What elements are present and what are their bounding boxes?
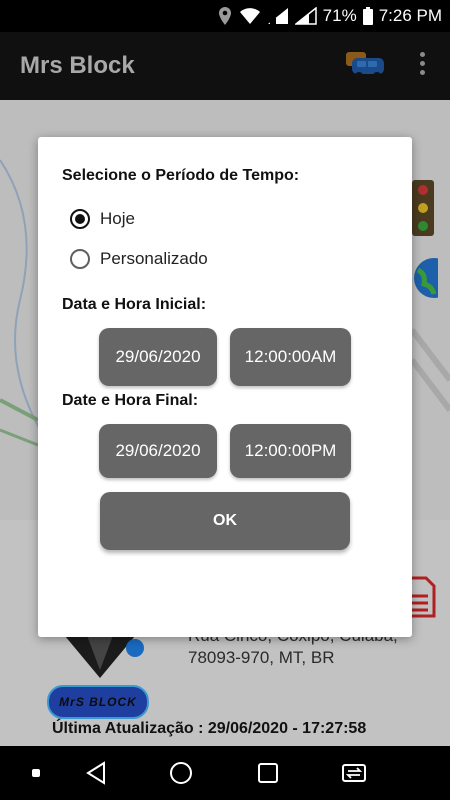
globe-icon[interactable] [412, 256, 438, 300]
dialog-heading: Selecione o Período de Tempo: [62, 167, 300, 184]
location-icon [218, 7, 231, 25]
end-time-button[interactable]: 12:00:00PM [230, 424, 351, 478]
last-update-text: Última Atualização : 29/06/2020 - 17:27:… [52, 720, 367, 737]
battery-percent: 71% [322, 6, 357, 25]
start-datetime-label: Data e Hora Inicial: [62, 296, 207, 313]
radio-label-custom: Personalizado [100, 249, 208, 268]
app-title: Mrs Block [20, 52, 135, 79]
radio-button-custom[interactable] [70, 249, 90, 269]
battery-icon [362, 7, 373, 25]
end-datetime-label: Date e Hora Final: [62, 392, 199, 409]
signal-icon [267, 8, 288, 24]
vehicles-car-icon[interactable] [344, 48, 386, 82]
ok-button[interactable]: OK [100, 492, 350, 550]
recent-apps-icon[interactable] [254, 759, 282, 787]
radio-option-today[interactable]: Hoje [70, 209, 135, 229]
radio-button-today[interactable] [70, 209, 90, 229]
mrsblock-logo: MrS BLOCK [47, 685, 149, 719]
dot-icon[interactable] [22, 759, 50, 787]
wifi-icon [239, 8, 260, 24]
overflow-menu-icon[interactable] [412, 52, 432, 82]
app-bar: Mrs Block [0, 32, 450, 100]
clock-time: 7:26 PM [378, 6, 442, 25]
back-icon[interactable] [82, 759, 110, 787]
start-time-button[interactable]: 12:00:00AM [230, 328, 351, 386]
traffic-light-icon[interactable] [412, 180, 434, 236]
system-nav-bar [0, 746, 450, 800]
address-line-2: 78093-970, MT, BR [188, 648, 335, 667]
radio-option-custom[interactable]: Personalizado [70, 249, 208, 269]
status-bar: 71% 7:26 PM [0, 0, 450, 32]
switch-sim-icon[interactable] [340, 759, 368, 787]
time-period-dialog: Selecione o Período de Tempo: Hoje Perso… [38, 137, 412, 637]
radio-label-today: Hoje [100, 209, 135, 228]
signal-icon-2 [294, 7, 317, 25]
start-date-button[interactable]: 29/06/2020 [99, 328, 217, 386]
home-icon[interactable] [167, 759, 195, 787]
end-date-button[interactable]: 29/06/2020 [99, 424, 217, 478]
